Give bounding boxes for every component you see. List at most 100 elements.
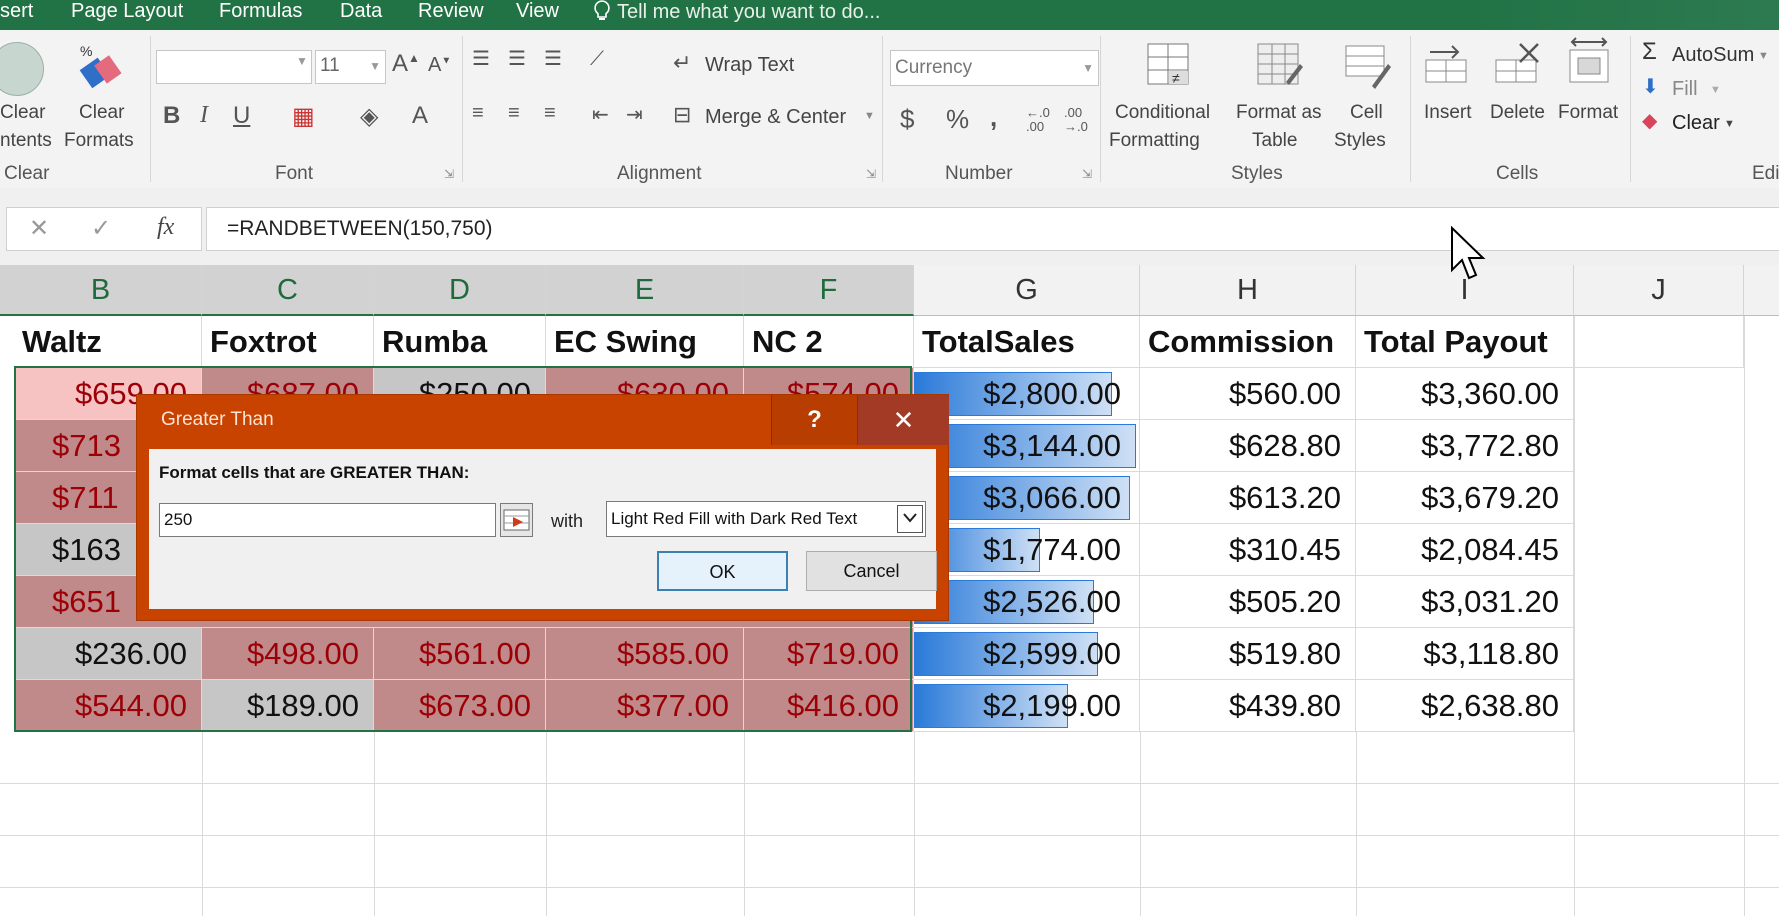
align-top-icon[interactable]: ☰	[472, 46, 490, 71]
header-cell-totalsales[interactable]: TotalSales	[914, 316, 1140, 368]
orientation-icon[interactable]: ⟋	[590, 48, 604, 71]
cell-g[interactable]: $2,599.00	[914, 628, 1140, 680]
cell-i[interactable]: $3,118.80	[1356, 628, 1574, 680]
grid-column-line	[374, 732, 375, 916]
fill-color-icon[interactable]: ◈	[360, 102, 378, 131]
tab-view[interactable]: View	[516, 0, 559, 30]
underline-icon[interactable]: U	[233, 102, 250, 130]
align-bottom-icon[interactable]: ☰	[544, 46, 562, 71]
cell-e[interactable]: $585.00	[546, 628, 744, 680]
ribbon-tab-bar: sert Page Layout Formulas Data Review Vi…	[0, 0, 1779, 30]
percent-style-icon[interactable]: %	[946, 104, 969, 135]
threshold-input[interactable]: 250	[159, 503, 496, 537]
font-size-box[interactable]: 11 ▼	[315, 50, 386, 84]
increase-indent-icon[interactable]: ⇥	[626, 102, 643, 127]
decrease-decimal-icon[interactable]: .00 →.0	[1064, 106, 1088, 134]
column-header-k[interactable]	[1744, 265, 1779, 316]
cell-h[interactable]: $310.45	[1140, 524, 1356, 576]
comma-style-icon[interactable]: ,	[990, 102, 997, 133]
decrease-font-icon[interactable]: A▼	[428, 54, 451, 77]
column-header-e[interactable]: E	[546, 265, 744, 316]
format-as-table-icon	[1257, 43, 1303, 85]
svg-text:≠: ≠	[1172, 70, 1180, 86]
font-name-box[interactable]	[156, 50, 312, 84]
column-header-j[interactable]: J	[1574, 265, 1744, 316]
eraser-icon: %	[79, 43, 122, 89]
borders-icon[interactable]: ▦	[292, 102, 315, 131]
dialog-launcher-icon[interactable]: ⇲	[866, 167, 876, 181]
align-left-icon[interactable]: ≡	[472, 102, 484, 125]
cell-c[interactable]: $189.00	[202, 680, 374, 732]
cell-i[interactable]: $3,679.20	[1356, 472, 1574, 524]
merge-center-label: Merge & Center	[705, 106, 847, 128]
cell-b[interactable]: $544.00	[14, 680, 202, 732]
cell-h[interactable]: $439.80	[1140, 680, 1356, 732]
wrap-text-icon: ↵	[673, 50, 692, 75]
header-cell-foxtrot[interactable]: Foxtrot	[202, 316, 374, 368]
tab-page-layout[interactable]: Page Layout	[71, 0, 183, 30]
help-button[interactable]: ?	[771, 395, 857, 445]
increase-font-icon[interactable]: A▲	[392, 50, 420, 78]
separator	[150, 36, 151, 182]
header-cell-nc2[interactable]: NC 2	[744, 316, 914, 368]
column-header-f[interactable]: F	[744, 265, 914, 316]
cell-b[interactable]: $236.00	[14, 628, 202, 680]
italic-icon[interactable]: I	[200, 102, 208, 129]
formula-input[interactable]: =RANDBETWEEN(150,750)	[206, 207, 1779, 251]
cancel-entry-icon[interactable]: ✕	[29, 214, 49, 243]
accounting-format-icon[interactable]: $	[900, 104, 914, 135]
enter-check-icon[interactable]: ✓	[91, 214, 111, 243]
ok-button[interactable]: OK	[657, 551, 788, 591]
column-header-c[interactable]: C	[202, 265, 374, 316]
column-header-d[interactable]: D	[374, 265, 546, 316]
cancel-button[interactable]: Cancel	[806, 551, 937, 591]
cell-g[interactable]: $2,199.00	[914, 680, 1140, 732]
increase-decimal-icon[interactable]: ←.0.00	[1026, 106, 1050, 134]
bold-icon[interactable]: B	[163, 102, 180, 130]
column-header-h[interactable]: H	[1140, 265, 1356, 316]
tab-formulas[interactable]: Formulas	[219, 0, 302, 30]
number-format-dropdown[interactable]: Currency ▼	[890, 50, 1099, 86]
cell-h[interactable]: $519.80	[1140, 628, 1356, 680]
cell-h[interactable]: $628.80	[1140, 420, 1356, 472]
align-middle-icon[interactable]: ☰	[508, 46, 526, 71]
cell-d[interactable]: $673.00	[374, 680, 546, 732]
insert-function-icon[interactable]: fx	[157, 214, 174, 241]
cell-i[interactable]: $3,772.80	[1356, 420, 1574, 472]
tab-insert[interactable]: sert	[0, 0, 33, 30]
cell-f[interactable]: $719.00	[744, 628, 914, 680]
header-cell-rumba[interactable]: Rumba	[374, 316, 546, 368]
cell-i[interactable]: $3,031.20	[1356, 576, 1574, 628]
clear-label: Clear	[1672, 112, 1720, 134]
range-selector-button[interactable]	[500, 503, 533, 537]
header-cell-total-payout[interactable]: Total Payout	[1356, 316, 1574, 368]
cell-h[interactable]: $613.20	[1140, 472, 1356, 524]
cell-i[interactable]: $2,638.80	[1356, 680, 1574, 732]
header-cell-waltz[interactable]: Waltz	[14, 316, 202, 368]
dialog-launcher-icon[interactable]: ⇲	[1082, 167, 1092, 181]
dialog-launcher-icon[interactable]: ⇲	[444, 167, 454, 181]
align-center-icon[interactable]: ≡	[508, 102, 520, 125]
decrease-indent-icon[interactable]: ⇤	[592, 102, 609, 127]
cell-d[interactable]: $561.00	[374, 628, 546, 680]
close-button[interactable]: ✕	[857, 395, 949, 445]
tell-me-box[interactable]: Tell me what you want to do...	[593, 0, 880, 23]
column-header-b[interactable]: B	[0, 265, 202, 316]
cell-e[interactable]: $377.00	[546, 680, 744, 732]
cell-f[interactable]: $416.00	[744, 680, 914, 732]
chevron-down-icon[interactable]	[897, 505, 923, 533]
font-color-icon[interactable]: A	[412, 102, 428, 130]
tab-review[interactable]: Review	[418, 0, 484, 30]
grid-column-line	[1574, 316, 1575, 916]
dialog-titlebar[interactable]: Greater Than ? ✕	[137, 395, 949, 445]
align-right-icon[interactable]: ≡	[544, 102, 556, 125]
empty-cell[interactable]	[1574, 316, 1744, 368]
header-cell-commission[interactable]: Commission	[1140, 316, 1356, 368]
cell-i[interactable]: $2,084.45	[1356, 524, 1574, 576]
format-style-dropdown[interactable]: Light Red Fill with Dark Red Text	[606, 501, 926, 537]
header-cell-ec-swing[interactable]: EC Swing	[546, 316, 744, 368]
cell-c[interactable]: $498.00	[202, 628, 374, 680]
tab-data[interactable]: Data	[340, 0, 382, 30]
column-header-g[interactable]: G	[914, 265, 1140, 316]
cell-h[interactable]: $505.20	[1140, 576, 1356, 628]
